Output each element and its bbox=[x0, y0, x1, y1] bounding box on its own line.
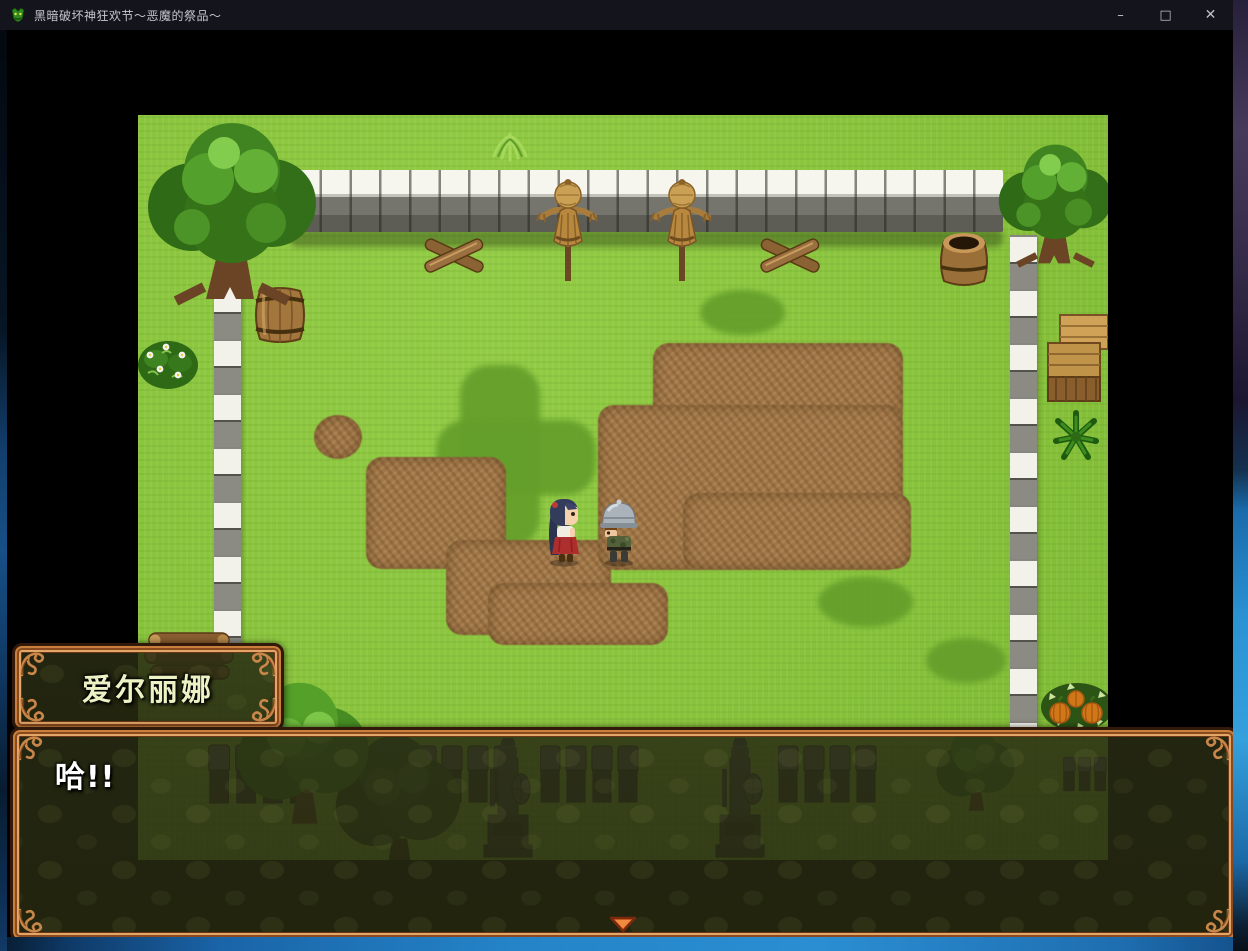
close-button[interactable]: ✕ bbox=[1188, 0, 1233, 30]
dirt-plot bbox=[314, 415, 362, 459]
scarecrow bbox=[536, 177, 600, 285]
pumpkin-patch bbox=[1040, 675, 1108, 733]
window-title: 黑暗破坏神狂欢节～恶魔的祭品～ bbox=[34, 7, 222, 24]
grass-tuft bbox=[490, 130, 530, 162]
frame-ornament-icon bbox=[18, 908, 44, 934]
heroine-character bbox=[544, 497, 584, 567]
x-cross-log bbox=[422, 227, 486, 285]
window-titlebar[interactable]: 黑暗破坏神狂欢节～恶魔的祭品～ – □ ✕ bbox=[0, 0, 1233, 30]
frame-ornament-icon bbox=[20, 697, 46, 723]
stone-fence-top bbox=[290, 170, 1003, 232]
desktop-wallpaper-left bbox=[0, 30, 7, 951]
screenshot-root: 黑暗破坏神狂欢节～恶魔的祭品～ – □ ✕ bbox=[0, 0, 1248, 951]
dirt-plot bbox=[683, 493, 911, 569]
dark-grass-patch bbox=[700, 290, 785, 335]
palm-plant bbox=[1050, 407, 1102, 463]
tree bbox=[138, 115, 332, 311]
frame-ornament-icon bbox=[1204, 908, 1230, 934]
name-window: 爱尔丽娜 bbox=[12, 643, 284, 731]
stone-fence-left bbox=[214, 285, 241, 645]
continue-arrow-icon bbox=[609, 916, 637, 933]
window-controls: – □ ✕ bbox=[1098, 0, 1233, 30]
maximize-button[interactable]: □ bbox=[1143, 0, 1188, 30]
dark-grass-patch bbox=[818, 577, 913, 627]
frame-ornament-icon bbox=[18, 735, 44, 761]
flower-bush bbox=[138, 333, 200, 391]
dialogue-window[interactable]: 哈!! bbox=[10, 727, 1238, 942]
dirt-plot bbox=[488, 583, 668, 645]
frame-ornament-icon bbox=[20, 651, 46, 677]
stone-fence-right bbox=[1010, 235, 1037, 727]
crate-stack bbox=[1046, 313, 1108, 403]
speaker-name: 爱尔丽娜 bbox=[15, 646, 281, 728]
frame-ornament-icon bbox=[250, 651, 276, 677]
frame-ornament-icon bbox=[250, 697, 276, 723]
x-cross-log bbox=[758, 227, 822, 285]
dark-grass-patch bbox=[926, 638, 1006, 683]
dialogue-text: 哈!! bbox=[55, 752, 115, 796]
tree bbox=[988, 115, 1108, 295]
app-icon bbox=[10, 7, 26, 23]
minimize-button[interactable]: – bbox=[1098, 0, 1143, 30]
scarecrow bbox=[650, 177, 714, 285]
desktop-wallpaper-right bbox=[1233, 0, 1248, 951]
helmet-soldier-character bbox=[598, 497, 640, 567]
desktop-wallpaper-bottom bbox=[0, 937, 1248, 951]
open-barrel bbox=[936, 227, 992, 289]
frame-ornament-icon bbox=[1204, 735, 1230, 761]
